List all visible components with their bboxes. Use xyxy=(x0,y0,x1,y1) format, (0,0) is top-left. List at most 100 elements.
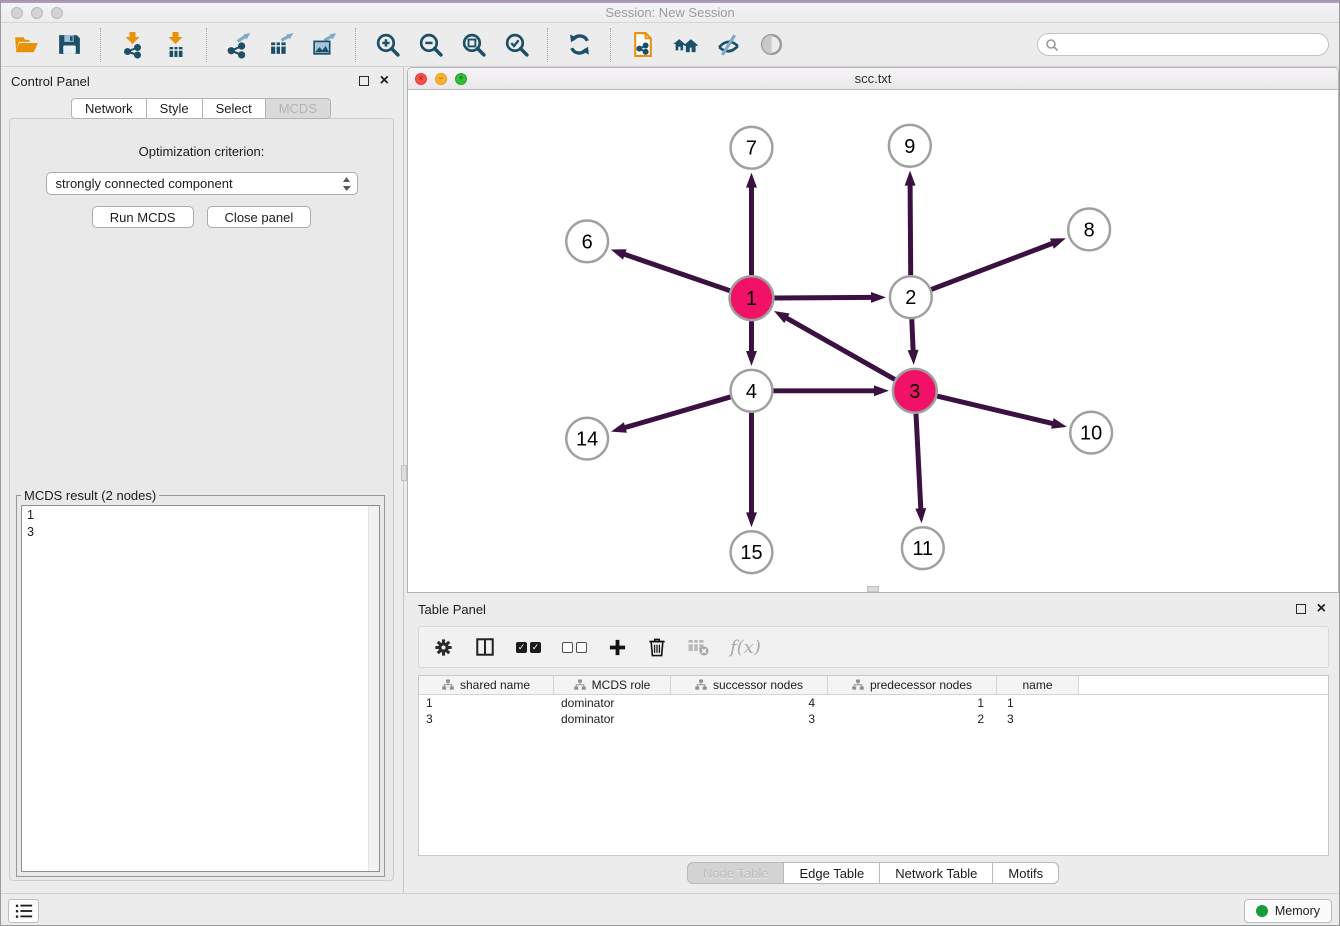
network-canvas[interactable]: 7968124314101511 xyxy=(408,91,1338,592)
close-panel-icon[interactable]: × xyxy=(380,76,389,86)
export-table-button[interactable] xyxy=(266,30,296,60)
graph-edge-2-3[interactable] xyxy=(912,319,913,352)
sphere-icon xyxy=(758,31,785,58)
graph-edge-arrowhead xyxy=(871,292,886,303)
show-column-button[interactable] xyxy=(475,637,495,657)
column-header-successor-nodes[interactable]: successor nodes xyxy=(671,676,828,694)
table-panel-header: Table Panel × xyxy=(407,596,1339,622)
export-image-button[interactable] xyxy=(309,30,339,60)
mcds-result-group: MCDS result (2 nodes) 1 3 xyxy=(16,495,385,877)
tab-style[interactable]: Style xyxy=(147,98,203,119)
tab-select[interactable]: Select xyxy=(203,98,266,119)
delete-table-button[interactable] xyxy=(687,637,709,657)
tab-network[interactable]: Network xyxy=(71,98,147,119)
graph-edge-arrowhead xyxy=(1050,238,1066,248)
toolbar-separator xyxy=(206,28,207,62)
mcds-result-text[interactable]: 1 3 xyxy=(21,505,380,872)
tab-network-table[interactable]: Network Table xyxy=(880,862,993,884)
graph-edge-arrowhead xyxy=(611,422,627,433)
apply-layout-button[interactable] xyxy=(564,30,594,60)
save-session-button[interactable] xyxy=(54,30,84,60)
delete-columns-button[interactable] xyxy=(648,637,666,657)
table-mode-button[interactable] xyxy=(433,637,454,658)
tab-node-table[interactable]: Node Table xyxy=(687,862,785,884)
network-view-window: × − + scc.txt 7968124314101511 xyxy=(407,67,1339,593)
result-line: 3 xyxy=(27,524,379,541)
graph-edge-1-2[interactable] xyxy=(774,297,873,298)
close-panel-button[interactable]: Close panel xyxy=(207,206,312,228)
mcds-tab-content: Optimization criterion: strongly connect… xyxy=(9,118,394,881)
first-neighbors-button[interactable] xyxy=(670,30,700,60)
graph-edge-2-8[interactable] xyxy=(931,243,1053,290)
export-network-button[interactable] xyxy=(223,30,253,60)
graph-edge-arrowhead xyxy=(905,171,916,186)
table-panel-title: Table Panel xyxy=(418,602,486,617)
graph-edge-arrowhead xyxy=(746,173,757,188)
float-table-panel-icon[interactable] xyxy=(1296,604,1306,614)
control-panel-title: Control Panel xyxy=(11,74,90,89)
memory-button[interactable]: Memory xyxy=(1244,899,1332,923)
save-icon xyxy=(56,31,83,58)
graph-edge-1-6[interactable] xyxy=(623,254,730,291)
shared-column-icon xyxy=(695,679,707,691)
result-scrollbar[interactable] xyxy=(368,506,379,871)
import-table-button[interactable] xyxy=(160,30,190,60)
column-header-mcds-role[interactable]: MCDS role xyxy=(554,676,671,694)
run-mcds-button[interactable]: Run MCDS xyxy=(92,206,194,228)
table-row[interactable]: 3 dominator 3 2 3 xyxy=(419,711,1328,727)
zoom-fit-button[interactable] xyxy=(458,30,488,60)
task-history-button[interactable] xyxy=(8,899,39,923)
network-view-title: scc.txt xyxy=(408,71,1338,86)
float-panel-icon[interactable] xyxy=(359,76,369,86)
table-panel: Table Panel × ✓ ✓ xyxy=(407,596,1339,893)
plus-icon xyxy=(608,638,627,657)
column-header-predecessor-nodes[interactable]: predecessor nodes xyxy=(828,676,997,694)
search-input[interactable] xyxy=(1063,35,1328,54)
column-header-name[interactable]: name xyxy=(997,676,1079,694)
graph-edge-4-14[interactable] xyxy=(623,397,730,428)
canvas-resize-handle[interactable] xyxy=(867,586,879,592)
create-column-button[interactable] xyxy=(608,638,627,657)
graph-node-label: 6 xyxy=(582,231,593,253)
network-graph[interactable]: 7968124314101511 xyxy=(408,91,1338,592)
graph-node-label: 1 xyxy=(746,288,757,310)
tab-motifs[interactable]: Motifs xyxy=(993,862,1059,884)
import-table-icon xyxy=(162,31,189,58)
open-file-button[interactable] xyxy=(11,30,41,60)
table-toolbar: ✓ ✓ f(x) xyxy=(418,626,1329,668)
graph-edge-arrowhead xyxy=(1051,418,1067,429)
zoom-selected-button[interactable] xyxy=(501,30,531,60)
checked-box-icon: ✓ xyxy=(530,642,541,653)
unselect-all-columns-button[interactable] xyxy=(562,642,587,653)
graphics-details-button[interactable] xyxy=(713,30,743,60)
zoom-in-icon xyxy=(374,31,401,58)
import-network-button[interactable] xyxy=(117,30,147,60)
select-all-columns-button[interactable]: ✓ ✓ xyxy=(516,642,541,653)
unchecked-box-icon xyxy=(576,642,587,653)
network-from-selection-button[interactable] xyxy=(627,30,657,60)
zoom-in-button[interactable] xyxy=(372,30,402,60)
split-columns-icon xyxy=(475,637,495,657)
close-table-panel-icon[interactable]: × xyxy=(1317,604,1326,614)
tab-edge-table[interactable]: Edge Table xyxy=(784,862,880,884)
list-icon xyxy=(13,902,35,920)
graph-edge-3-11[interactable] xyxy=(916,414,921,511)
graph-edge-arrowhead xyxy=(611,249,627,259)
birds-eye-view-button[interactable] xyxy=(756,30,786,60)
delete-table-icon xyxy=(687,637,709,657)
control-panel-tabs: Network Style Select MCDS xyxy=(1,98,401,119)
optimization-criterion-select[interactable]: strongly connected component xyxy=(46,172,358,195)
control-panel: Control Panel × Network Style Select MCD… xyxy=(1,67,401,893)
graph-edge-2-9[interactable] xyxy=(910,184,911,276)
import-network-icon xyxy=(119,31,146,58)
eye-slash-icon xyxy=(715,31,742,58)
main-area: Control Panel × Network Style Select MCD… xyxy=(1,67,1339,893)
table-row[interactable]: 1 dominator 4 1 1 xyxy=(419,695,1328,711)
zoom-out-button[interactable] xyxy=(415,30,445,60)
column-header-shared-name[interactable]: shared name xyxy=(419,676,554,694)
function-builder-button[interactable]: f(x) xyxy=(730,637,761,658)
graph-edge-3-10[interactable] xyxy=(937,396,1054,424)
tab-mcds[interactable]: MCDS xyxy=(266,98,331,119)
graph-edge-3-1[interactable] xyxy=(785,317,895,379)
graph-node-label: 15 xyxy=(740,542,762,564)
